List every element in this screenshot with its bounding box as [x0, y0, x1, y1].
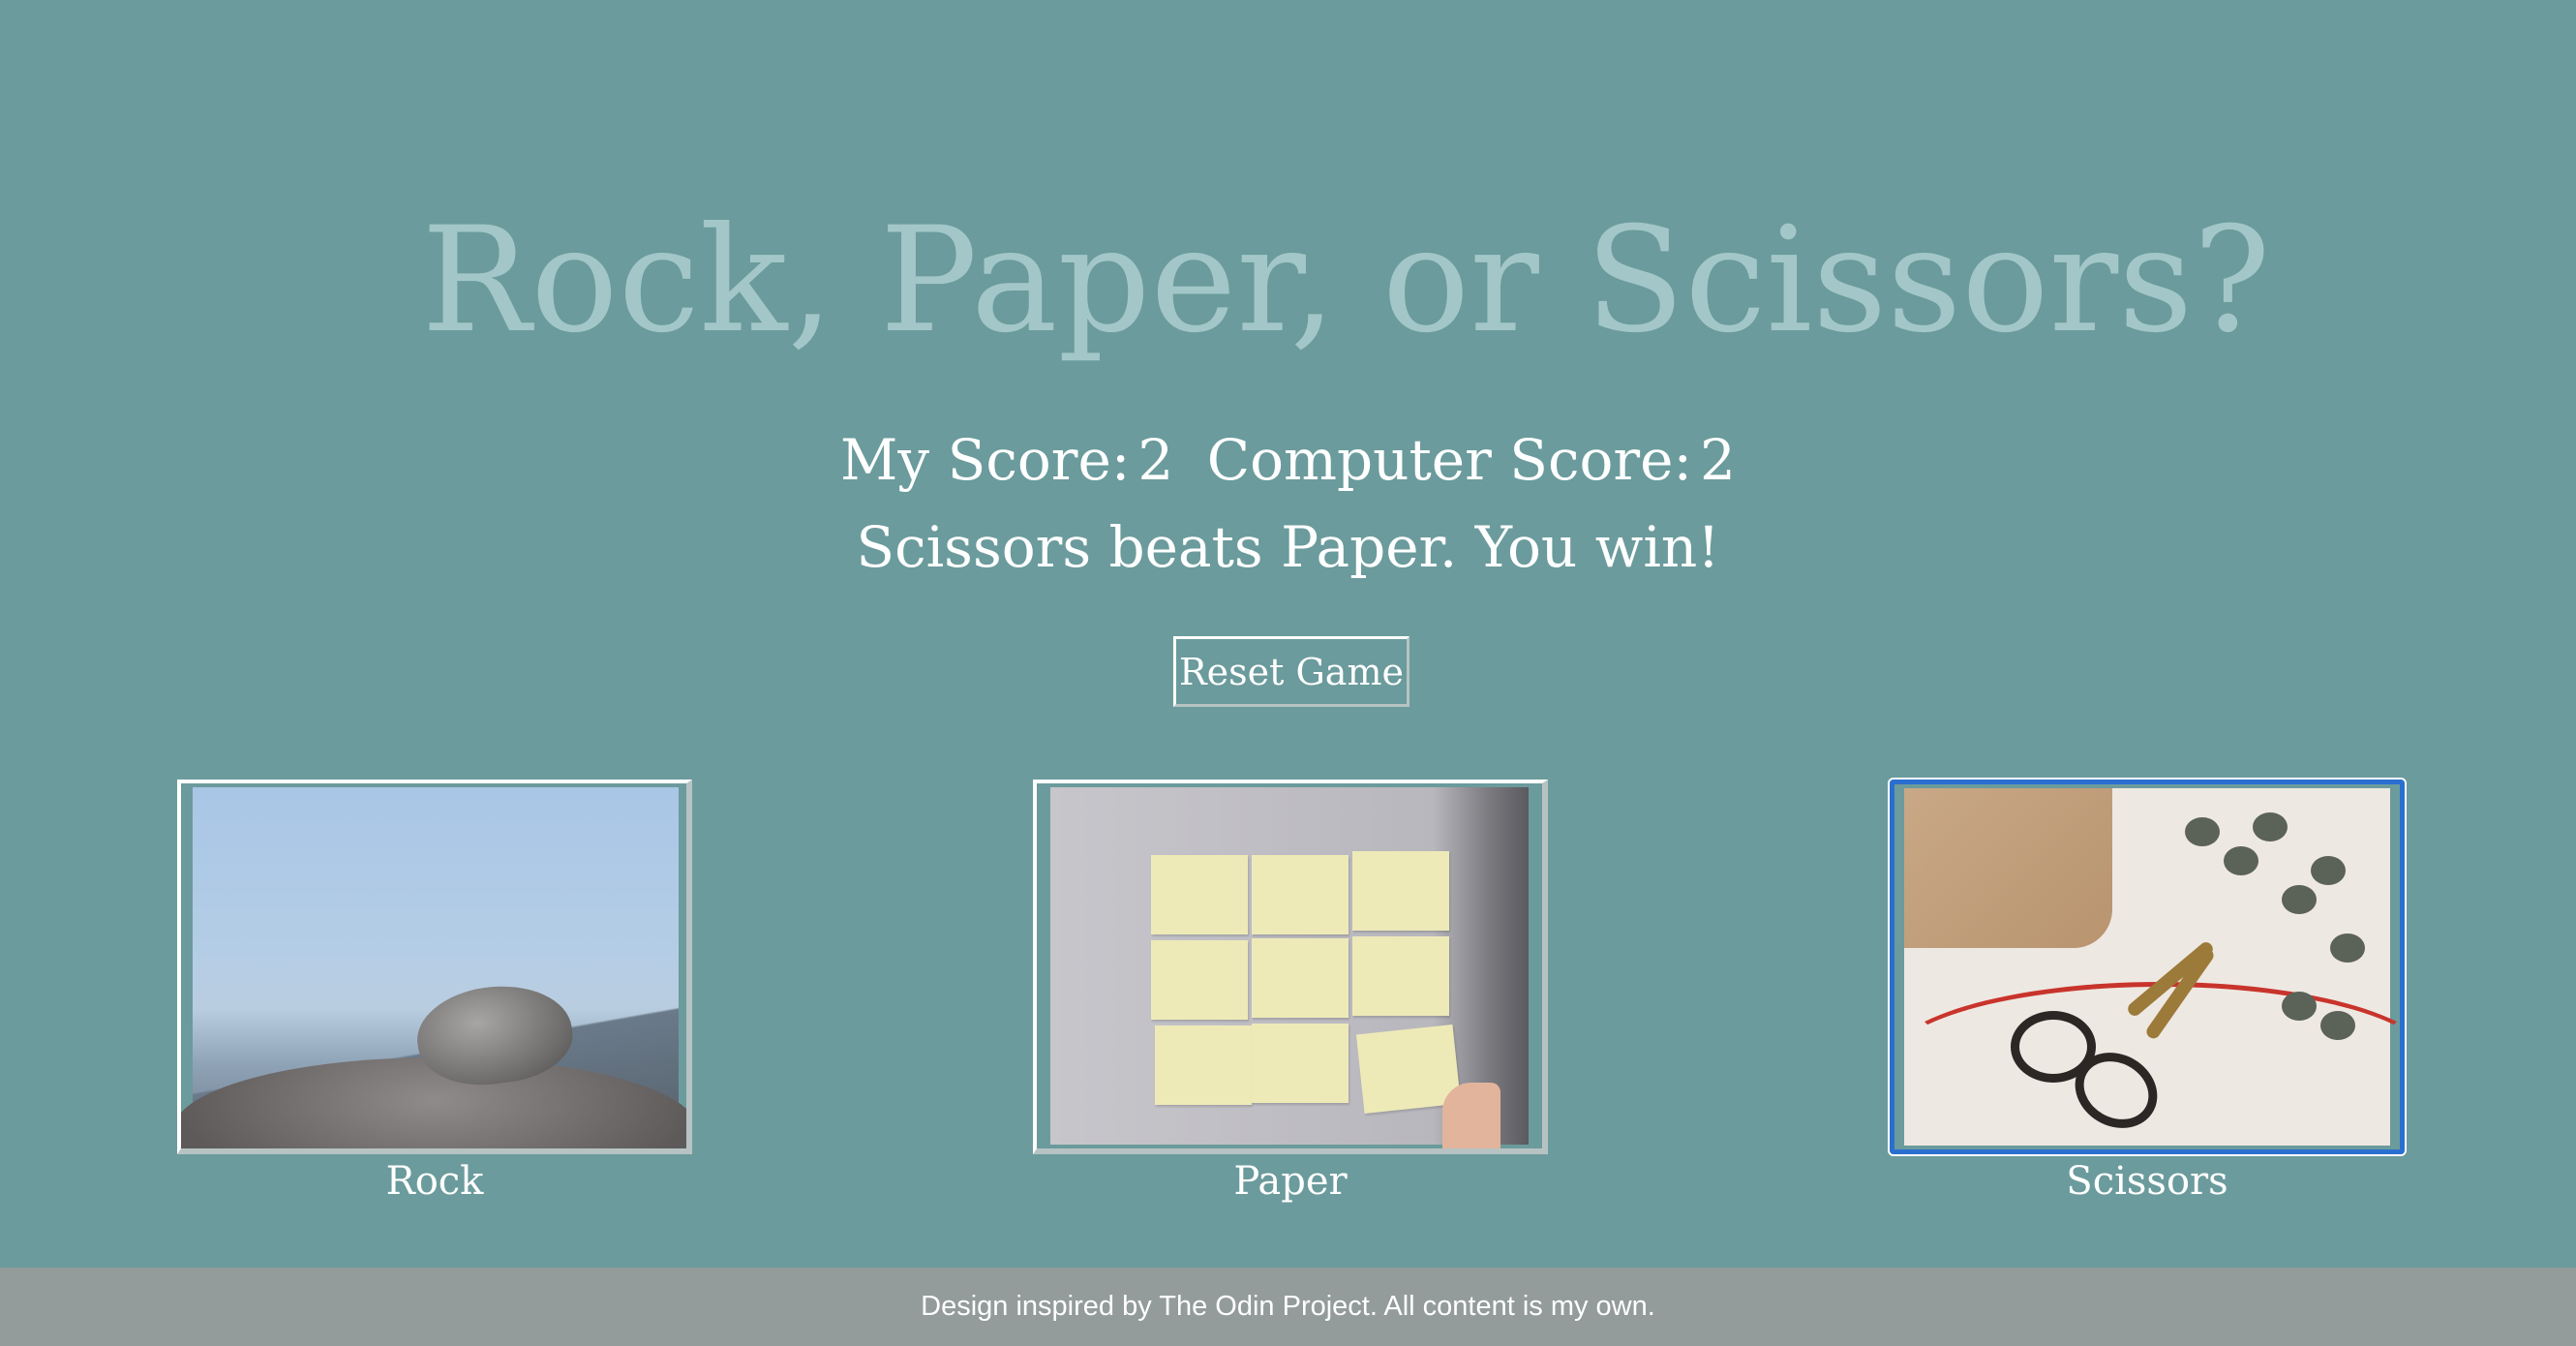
scissors-image-button[interactable] — [1890, 780, 2405, 1154]
choice-scissors[interactable]: Scissors — [1890, 780, 2405, 1208]
eucalyptus-leaf — [2282, 992, 2317, 1021]
scoreboard: My Score: 2 Computer Score: 2 — [0, 421, 2576, 499]
sticky-note — [1151, 940, 1248, 1020]
choice-label-paper: Paper — [1233, 1159, 1348, 1204]
scissors-image — [1894, 788, 2400, 1146]
rock-image-button[interactable] — [177, 780, 692, 1154]
sticky-note — [1252, 855, 1349, 934]
kraft-paper — [1904, 788, 2112, 948]
hand — [1442, 1083, 1500, 1148]
sticky-note — [1352, 851, 1449, 931]
choice-label-rock: Rock — [385, 1159, 484, 1204]
eucalyptus-leaf — [2330, 933, 2365, 963]
sticky-note — [1252, 1024, 1349, 1103]
page-title: Rock, Paper, or Scissors? — [421, 197, 2271, 365]
computer-score-label: Computer Score: — [1206, 427, 1693, 493]
rock-image — [181, 787, 686, 1148]
eucalyptus-leaf — [2185, 817, 2220, 846]
paper-image — [1050, 787, 1529, 1148]
paper-image-button[interactable] — [1033, 780, 1548, 1154]
choice-label-scissors: Scissors — [2066, 1159, 2228, 1204]
sticky-note — [1252, 938, 1349, 1018]
computer-score-value: 2 — [1700, 427, 1736, 493]
eucalyptus-leaf — [2311, 856, 2346, 885]
reset-game-button[interactable]: Reset Game — [1173, 636, 1409, 707]
player-score-value: 2 — [1137, 427, 1174, 493]
player-score-label: My Score: — [840, 427, 1131, 493]
eucalyptus-leaf — [2253, 812, 2288, 841]
eucalyptus-leaf — [2282, 885, 2317, 914]
sticky-note — [1352, 936, 1449, 1016]
sticky-note — [1151, 855, 1248, 934]
footer: Design inspired by The Odin Project. All… — [0, 1268, 2576, 1346]
sticky-note — [1155, 1025, 1252, 1105]
eucalyptus-leaf — [2320, 1011, 2355, 1040]
choice-rock[interactable]: Rock — [177, 780, 692, 1208]
eucalyptus-leaf — [2224, 846, 2258, 875]
round-result: Scissors beats Paper. You win! — [856, 514, 1720, 580]
choice-paper[interactable]: Paper — [1033, 780, 1548, 1208]
